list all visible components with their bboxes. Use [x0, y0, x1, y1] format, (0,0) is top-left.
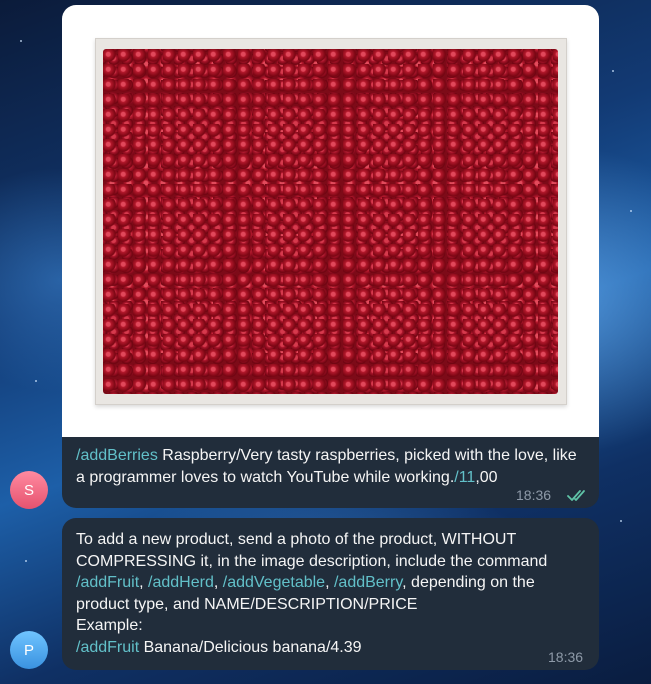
command-link[interactable]: /addFruit	[76, 639, 139, 656]
separator: ,	[213, 574, 223, 591]
command-link[interactable]: /addFruit	[76, 574, 139, 591]
star	[620, 520, 622, 522]
message-photo[interactable]	[62, 5, 599, 437]
command-link[interactable]: /addHerd	[148, 574, 214, 591]
star	[25, 560, 27, 562]
avatar[interactable]: S	[10, 471, 48, 509]
message-text: To add a new product, send a photo of th…	[76, 529, 586, 658]
price-link[interactable]: /11	[454, 469, 475, 486]
intro-text: To add a new product, send a photo of th…	[76, 531, 548, 570]
star	[612, 70, 614, 72]
berry-crate-image	[94, 37, 567, 405]
example-label: Example:	[76, 617, 143, 634]
star	[630, 210, 632, 212]
command-link[interactable]: /addVegetable	[223, 574, 325, 591]
price-rest: ,00	[475, 468, 498, 486]
avatar-letter: S	[23, 481, 34, 499]
photo-message-bubble[interactable]: /addBerries Raspberry/Very tasty raspber…	[62, 5, 599, 508]
message-time: 18:36	[548, 649, 584, 665]
command-link[interactable]: /addBerries	[76, 447, 158, 464]
double-check-icon	[567, 489, 589, 507]
message-time: 18:36	[516, 487, 552, 503]
star	[35, 380, 37, 382]
example-text: Banana/Delicious banana/4.39	[139, 638, 362, 656]
separator: ,	[139, 574, 149, 591]
avatar[interactable]: P	[10, 631, 48, 669]
message-caption: /addBerries Raspberry/Very tasty raspber…	[76, 445, 586, 488]
star	[20, 40, 22, 42]
text-message-bubble[interactable]: To add a new product, send a photo of th…	[62, 518, 599, 670]
berries	[103, 48, 558, 394]
separator: ,	[325, 574, 334, 591]
avatar-letter: P	[23, 641, 34, 659]
command-link[interactable]: /addBerry	[334, 574, 402, 591]
